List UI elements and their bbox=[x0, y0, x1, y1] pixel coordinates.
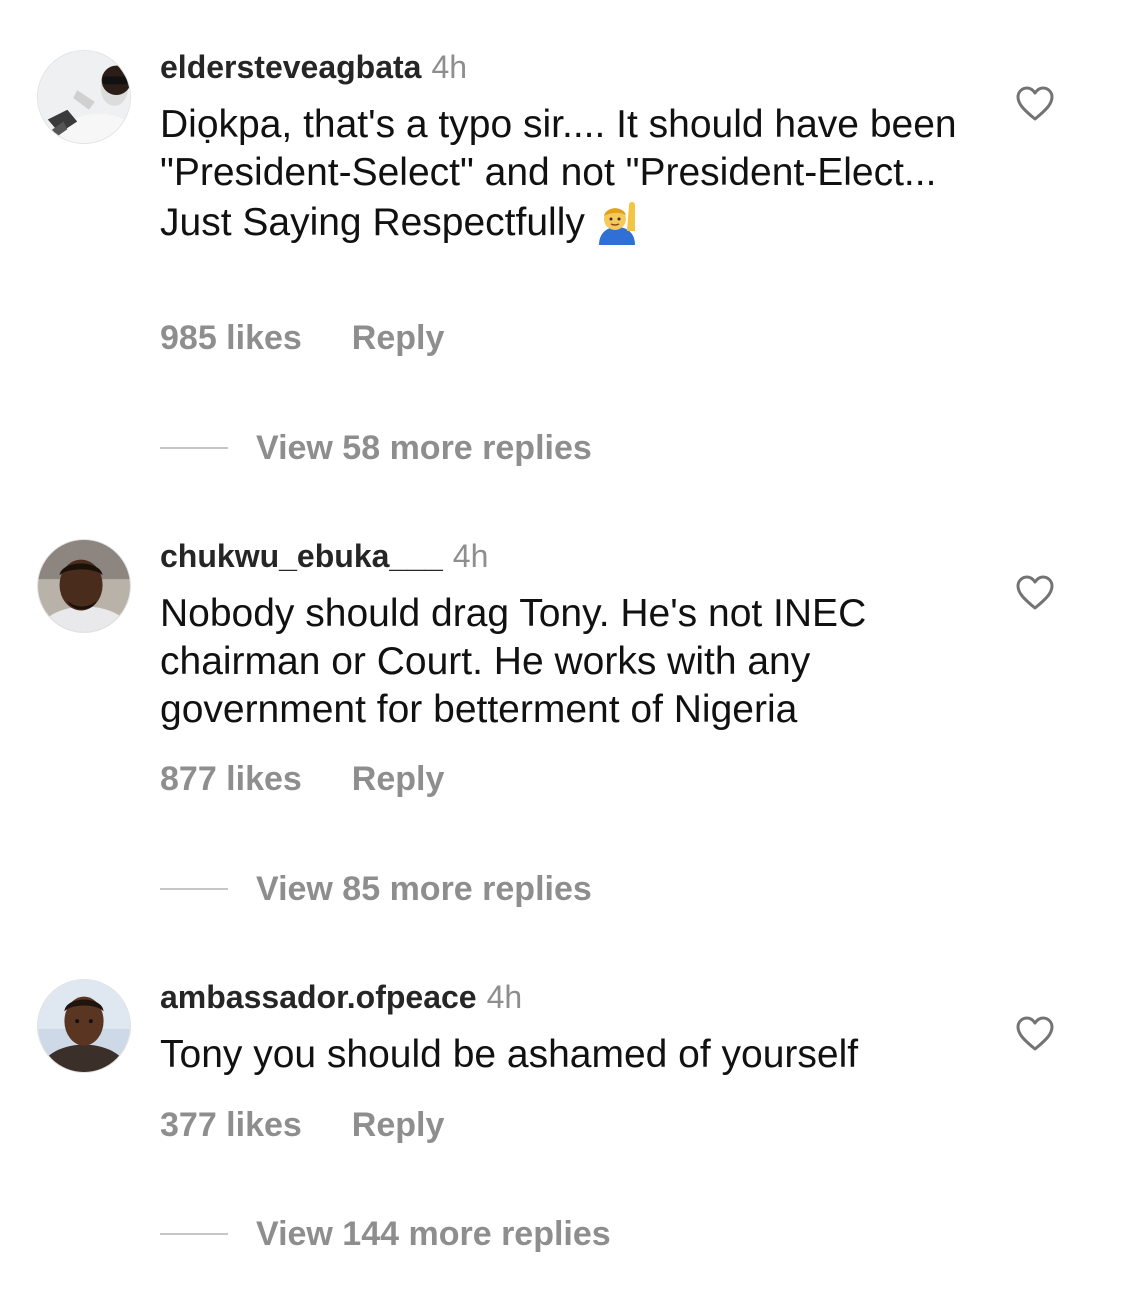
comment-actions: 877 likes Reply bbox=[160, 759, 444, 799]
avatar[interactable] bbox=[37, 539, 131, 633]
reply-button[interactable]: Reply bbox=[352, 760, 445, 798]
avatar[interactable] bbox=[37, 50, 131, 144]
timestamp: 4h bbox=[452, 538, 489, 574]
comment-meta: ambassador.ofpeace 4h bbox=[160, 977, 522, 1017]
user-avatar-icon bbox=[38, 980, 130, 1072]
raising-hand-emoji-icon bbox=[593, 197, 641, 245]
comment-actions: 377 likes Reply bbox=[160, 1105, 444, 1145]
like-heart-icon[interactable] bbox=[1016, 1016, 1054, 1052]
view-replies-button[interactable]: View 144 more replies bbox=[160, 1214, 611, 1254]
reply-button[interactable]: Reply bbox=[352, 319, 445, 357]
divider-line bbox=[160, 447, 228, 449]
comment-text: Tony you should be ashamed of yourself bbox=[160, 1031, 970, 1079]
view-replies-button[interactable]: View 58 more replies bbox=[160, 428, 592, 468]
view-replies-button[interactable]: View 85 more replies bbox=[160, 869, 592, 909]
divider-line bbox=[160, 1233, 228, 1235]
view-replies-label[interactable]: View 144 more replies bbox=[256, 1215, 611, 1253]
timestamp: 4h bbox=[431, 49, 468, 85]
timestamp: 4h bbox=[486, 979, 523, 1015]
likes-count[interactable]: 377 likes bbox=[160, 1106, 302, 1144]
like-heart-icon[interactable] bbox=[1016, 86, 1054, 122]
user-avatar-icon bbox=[38, 540, 130, 632]
comment-body: Nobody should drag Tony. He's not INEC c… bbox=[160, 592, 867, 731]
comment-meta: eldersteveagbata 4h bbox=[160, 47, 467, 87]
like-heart-icon[interactable] bbox=[1016, 575, 1054, 611]
username[interactable]: eldersteveagbata bbox=[160, 49, 421, 85]
username[interactable]: chukwu_ebuka___ bbox=[160, 538, 443, 574]
user-avatar-icon bbox=[38, 51, 130, 143]
likes-count[interactable]: 985 likes bbox=[160, 319, 302, 357]
divider-line bbox=[160, 888, 228, 890]
comment-actions: 985 likes Reply bbox=[160, 318, 444, 358]
view-replies-label[interactable]: View 85 more replies bbox=[256, 870, 592, 908]
username[interactable]: ambassador.ofpeace bbox=[160, 979, 477, 1015]
avatar[interactable] bbox=[37, 979, 131, 1073]
comment-text: Diọkpa, that's a typo sir.... It should … bbox=[160, 101, 970, 247]
view-replies-label[interactable]: View 58 more replies bbox=[256, 429, 592, 467]
comment-meta: chukwu_ebuka___ 4h bbox=[160, 536, 488, 576]
comment-text: Nobody should drag Tony. He's not INEC c… bbox=[160, 590, 970, 734]
comment-body: Diọkpa, that's a typo sir.... It should … bbox=[160, 103, 957, 244]
comment-body: Tony you should be ashamed of yourself bbox=[160, 1033, 859, 1076]
likes-count[interactable]: 877 likes bbox=[160, 760, 302, 798]
reply-button[interactable]: Reply bbox=[352, 1106, 445, 1144]
